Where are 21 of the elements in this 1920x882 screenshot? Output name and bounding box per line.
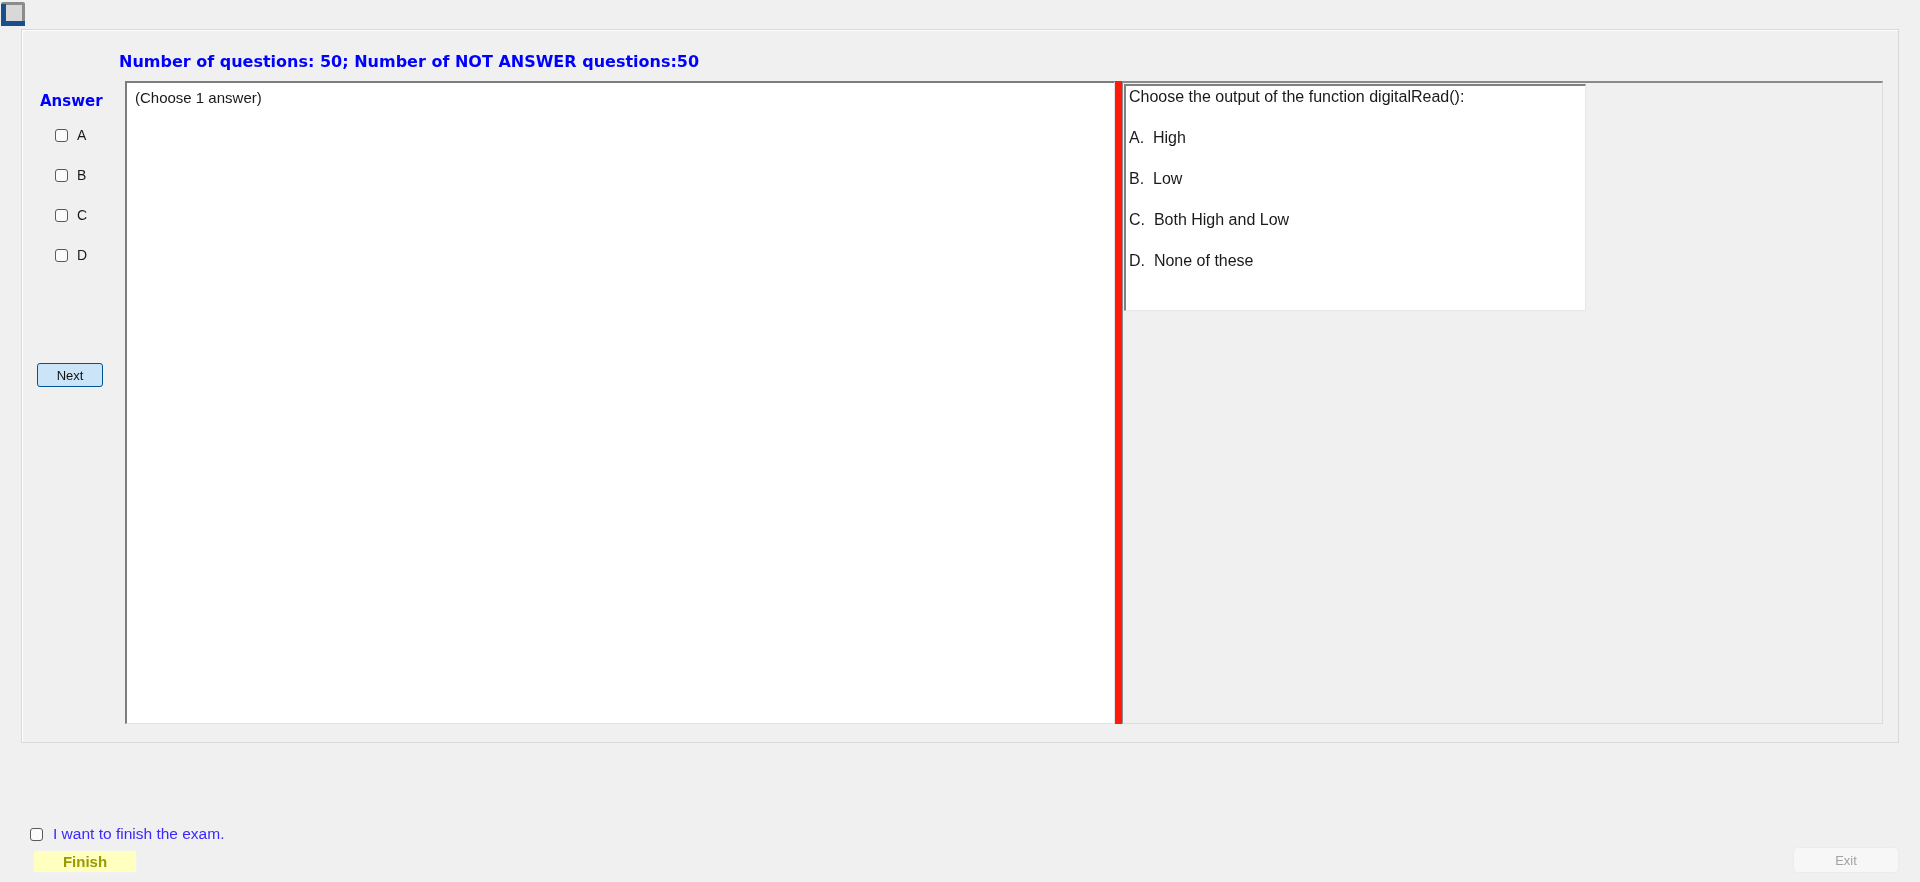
checkbox-label: A	[77, 127, 87, 143]
finish-button[interactable]: Finish	[33, 850, 137, 873]
checkbox-label: C	[77, 207, 88, 223]
finish-confirm-label: I want to finish the exam.	[53, 825, 225, 843]
question-count-summary: Number of questions: 50; Number of NOT ANSWER questions:50	[119, 52, 700, 72]
answer-choice: C. Both High and Low	[1129, 210, 1290, 230]
finish-confirm-checkbox[interactable]	[30, 827, 43, 841]
answer-checkbox[interactable]	[55, 248, 68, 262]
answer-choice: B. Low	[1129, 169, 1183, 189]
answer-choice: D. None of these	[1129, 251, 1254, 271]
answer-checkbox[interactable]	[55, 168, 68, 182]
instruction-text: (Choose 1 answer)	[135, 89, 262, 107]
answer-checkbox[interactable]	[55, 128, 68, 142]
checkbox-label: D	[77, 247, 88, 263]
checkbox-label: B	[77, 167, 87, 183]
question-prompt: Choose the output of the function digitalRead():	[1129, 87, 1465, 107]
next-button[interactable]: Next	[37, 363, 103, 387]
answer-heading: Answer	[40, 91, 103, 111]
app-icon	[0, 1, 26, 27]
answer-checkbox[interactable]	[55, 208, 68, 222]
answer-choice: A. High	[1129, 128, 1186, 148]
